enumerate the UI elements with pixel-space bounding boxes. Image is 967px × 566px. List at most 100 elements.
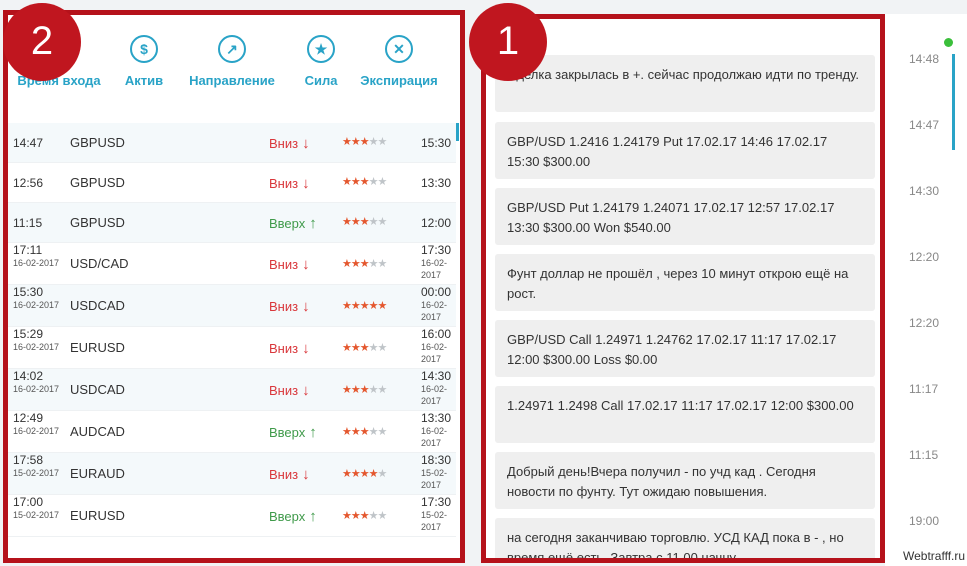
entry-time: 17:11 16-02-2017: [13, 244, 59, 269]
entry-date-value: 15-02-2017: [13, 510, 60, 520]
expiration-time: 17:30 16-02-2017: [421, 244, 456, 281]
expiration-time-value: 18:30: [421, 453, 452, 467]
table-row[interactable]: 12:49 16-02-2017 AUDCAD Вверх ↑ ★★★★★ 13:30 16-…: [8, 411, 456, 453]
strength-stars: ★★★★★: [342, 509, 387, 522]
direction-label: Вниз: [269, 467, 299, 482]
entry-date-value: 16-02-2017: [13, 300, 60, 310]
star-icon: ★: [368, 136, 379, 148]
arrow-down-icon: ↓: [302, 340, 310, 357]
table-row[interactable]: 17:00 15-02-2017 EURUSD Вверх ↑ ★★★★★ 17:30 15-…: [8, 495, 456, 537]
entry-time-value: 17:58: [13, 453, 44, 467]
message-timestamp: 11:15: [909, 448, 939, 462]
entry-time-value: 14:02: [13, 369, 44, 383]
screenshot-root: Время входа $ Актив ↗ Направление ★ Сила…: [0, 0, 967, 566]
expiration-time: 12:00: [421, 216, 452, 230]
star-icon: ★: [377, 216, 388, 228]
asset-name: AUDCAD: [70, 424, 125, 439]
star-icon: ★: [342, 136, 352, 148]
entry-time: 15:29 16-02-2017: [13, 328, 59, 353]
star-icon: ★: [350, 468, 361, 480]
scroll-indicator[interactable]: [456, 123, 459, 141]
table-row[interactable]: 14:47 GBPUSD Вниз ↓ ★★★★★ 15:30: [8, 123, 456, 163]
asset-name: USD/CAD: [70, 256, 129, 271]
arrow-down-icon: ↓: [302, 466, 310, 483]
chat-message: Добрый день!Вчера получил - по учд кад .…: [495, 452, 875, 509]
asset-name: GBPUSD: [70, 175, 125, 190]
header-direction[interactable]: ↗ Направление: [184, 35, 280, 88]
direction: Вниз ↓: [269, 298, 310, 315]
expiration-time: 16:00 16-02-2017: [421, 328, 456, 365]
expiration-date-value: 16-02-2017: [421, 300, 448, 322]
direction: Вниз ↓: [269, 256, 310, 273]
header-asset[interactable]: $ Актив: [114, 35, 174, 88]
star-icon: ★: [359, 216, 370, 228]
table-row[interactable]: 15:30 16-02-2017 USDCAD Вниз ↓ ★★★★★ 00:00 16-0…: [8, 285, 456, 327]
table-row[interactable]: 17:58 15-02-2017 EURAUD Вниз ↓ ★★★★★ 18:30 15-0…: [8, 453, 456, 495]
expiration-date-value: 16-02-2017: [421, 384, 448, 406]
strength-stars: ★★★★★: [342, 425, 387, 438]
direction-label: Вниз: [269, 176, 299, 191]
star-icon: ★: [350, 216, 361, 228]
header-label: Экспирация: [360, 73, 438, 88]
entry-time: 14:47: [13, 136, 44, 150]
star-icon: ★: [368, 300, 379, 312]
asset-name: GBPUSD: [70, 215, 125, 230]
message-timestamp: 14:47: [909, 118, 940, 132]
star-icon: ★: [359, 258, 370, 270]
star-icon: ★: [359, 300, 370, 312]
strength-stars: ★★★★★: [342, 341, 387, 354]
expiration-time: 15:30: [421, 136, 452, 150]
star-icon: ★: [359, 176, 370, 188]
table-row[interactable]: 12:56 GBPUSD Вниз ↓ ★★★★★ 13:30: [8, 163, 456, 203]
arrow-up-icon: ↑: [309, 424, 317, 441]
timeline-scroll-bar[interactable]: [952, 54, 955, 150]
star-icon: ★: [377, 384, 388, 396]
message-timestamp: 12:20: [909, 316, 940, 330]
table-row[interactable]: 15:29 16-02-2017 EURUSD Вниз ↓ ★★★★★ 16:00 16-0…: [8, 327, 456, 369]
entry-time-value: 12:49: [13, 411, 44, 425]
chat-message: GBP/USD 1.2416 1.24179 Put 17.02.17 14:4…: [495, 122, 875, 179]
direction-label: Вверх: [269, 425, 306, 440]
header-label: Направление: [189, 73, 275, 88]
annotation-badge-1: 1: [469, 3, 547, 81]
star-icon: ★: [359, 468, 370, 480]
star-icon: ★: [342, 258, 352, 270]
header-expiration[interactable]: ✕ Экспирация: [356, 35, 442, 88]
star-icon: ★: [350, 258, 361, 270]
table-row[interactable]: 11:15 GBPUSD Вверх ↑ ★★★★★ 12:00: [8, 203, 456, 243]
table-row[interactable]: 14:02 16-02-2017 USDCAD Вниз ↓ ★★★★★ 14:30 16-0…: [8, 369, 456, 411]
strength-stars: ★★★★★: [342, 383, 388, 396]
star-icon: ★: [368, 216, 379, 228]
direction-label: Вверх: [269, 509, 306, 524]
entry-time: 15:30 16-02-2017: [13, 286, 59, 311]
dollar-icon: $: [130, 35, 158, 63]
arrow-down-icon: ↓: [302, 135, 310, 152]
entry-date-value: 16-02-2017: [13, 426, 60, 436]
entry-time: 11:15: [13, 216, 43, 230]
expiration-time-value: 16:00: [421, 327, 452, 341]
message-timestamp: 12:20: [909, 250, 940, 264]
direction: Вниз ↓: [269, 135, 310, 152]
star-icon: ★: [368, 426, 379, 438]
star-icon: ★: [342, 468, 352, 480]
header-strength[interactable]: ★ Сила: [296, 35, 346, 88]
strength-stars: ★★★★★: [342, 257, 387, 270]
table-row[interactable]: 17:11 16-02-2017 USD/CAD Вниз ↓ ★★★★★ 17:30 16-…: [8, 243, 456, 285]
direction: Вниз ↓: [269, 466, 310, 483]
expiration-time-value: 14:30: [421, 369, 452, 383]
direction: Вниз ↓: [269, 382, 310, 399]
online-status-icon: [944, 38, 953, 47]
entry-time-value: 17:00: [13, 495, 44, 509]
arrow-down-icon: ↓: [302, 256, 310, 273]
expiration-time-value: 13:30: [421, 411, 452, 425]
message-timestamp: 14:30: [909, 184, 940, 198]
star-icon: ★: [342, 510, 352, 522]
star-icon: ★: [368, 176, 379, 188]
star-icon: ★: [377, 300, 388, 312]
star-icon: ★: [377, 468, 388, 480]
direction-label: Вниз: [269, 383, 299, 398]
expiration-date-value: 16-02-2017: [421, 426, 448, 448]
expiration-time: 14:30 16-02-2017: [421, 370, 456, 407]
direction-label: Вниз: [269, 257, 299, 272]
strength-stars: ★★★★★: [342, 135, 387, 148]
